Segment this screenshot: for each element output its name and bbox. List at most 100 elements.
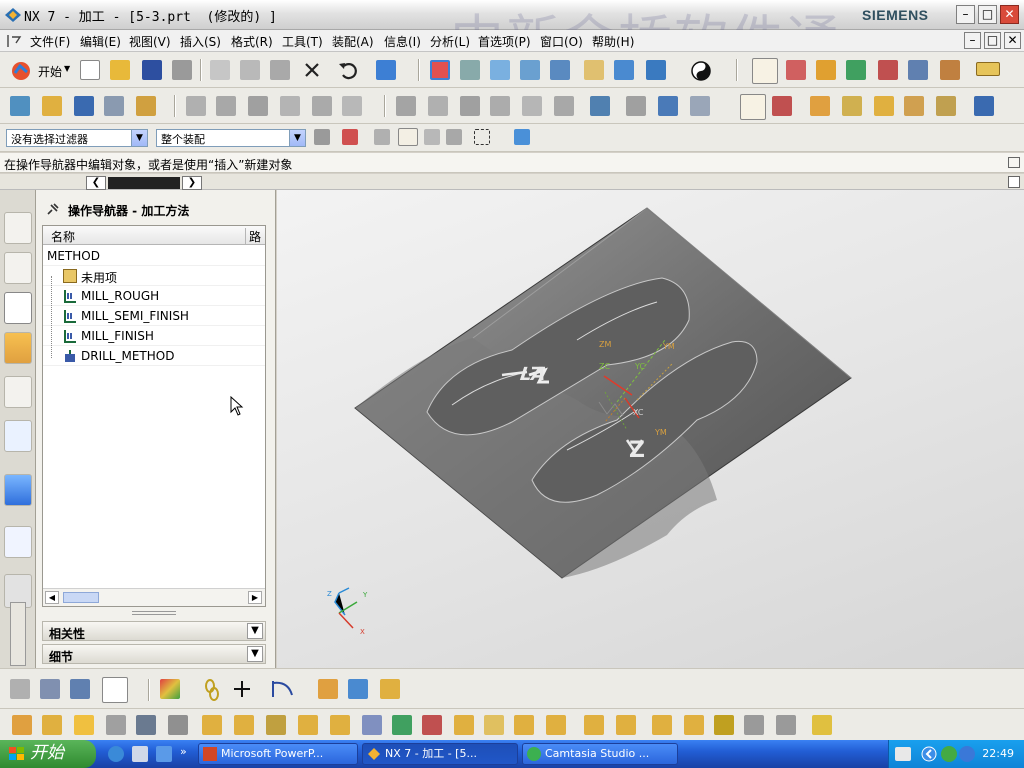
menu-assembly[interactable]: 装配(A) <box>332 33 374 50</box>
select-edge-icon[interactable] <box>424 129 440 145</box>
pull-face-icon[interactable] <box>74 715 94 735</box>
rotate-icon[interactable] <box>550 60 570 80</box>
zoom-window-icon[interactable] <box>490 60 510 80</box>
reuse-library-tab[interactable] <box>4 420 32 452</box>
measure-icon[interactable] <box>976 62 1000 76</box>
simulate-icon[interactable] <box>626 96 646 116</box>
media-icon[interactable] <box>156 746 172 762</box>
tree-row-drill-method[interactable]: DRILL_METHOD <box>43 346 265 366</box>
close-button[interactable]: ✕ <box>1000 5 1019 24</box>
chevron-down-icon[interactable]: ▼ <box>247 646 263 662</box>
column-path-header[interactable]: 路 <box>245 228 261 245</box>
print-icon[interactable] <box>172 60 192 80</box>
fit-view-icon[interactable] <box>430 60 450 80</box>
menu-info[interactable]: 信息(I) <box>384 33 421 50</box>
filter-options-icon[interactable] <box>314 129 330 145</box>
create-program-icon[interactable] <box>10 96 30 116</box>
desktop-icon[interactable] <box>132 746 148 762</box>
select-component-icon[interactable] <box>514 129 530 145</box>
save-icon[interactable] <box>142 60 162 80</box>
verify-path-icon[interactable] <box>280 96 300 116</box>
copy-icon[interactable] <box>240 60 260 80</box>
label-chamfer-icon[interactable] <box>298 715 318 735</box>
resource-scrollbar-thumb[interactable] <box>108 177 180 189</box>
tree-row-mill-rough[interactable]: MILL_ROUGH <box>43 286 265 306</box>
tree-row-mill-semi-finish[interactable]: MILL_SEMI_FINISH <box>43 306 265 326</box>
feature-navigator-tab[interactable] <box>4 376 32 408</box>
make-coaxial-icon[interactable] <box>362 715 382 735</box>
create-geometry-icon[interactable] <box>74 96 94 116</box>
reorder-blends-icon[interactable] <box>234 715 254 735</box>
menu-insert[interactable]: 插入(S) <box>180 33 221 50</box>
wcs-icon[interactable] <box>752 58 778 84</box>
make-coplanar-icon[interactable] <box>330 715 350 735</box>
snap-icon[interactable] <box>816 60 836 80</box>
detail-feature-icon[interactable] <box>776 715 796 735</box>
post-process-icon[interactable] <box>460 96 480 116</box>
info-tab[interactable] <box>4 474 32 506</box>
render-style-icon[interactable] <box>646 60 666 80</box>
paste-icon[interactable] <box>270 60 290 80</box>
open-folder-icon[interactable] <box>110 60 130 80</box>
selection-intent-icon[interactable] <box>940 60 960 80</box>
restore-icon[interactable] <box>1008 157 1020 168</box>
resize-blend-icon[interactable] <box>202 715 222 735</box>
edit-object-icon[interactable] <box>658 96 678 116</box>
minimize-button[interactable]: – <box>956 5 975 24</box>
csys-icon[interactable] <box>786 60 806 80</box>
output-icon[interactable] <box>554 96 574 116</box>
linear-dimension-icon[interactable] <box>514 715 534 735</box>
select-face-icon[interactable] <box>398 128 418 146</box>
tray-collapse-icon[interactable] <box>921 746 937 762</box>
replace-face-icon[interactable] <box>136 715 156 735</box>
resize-chamfer-icon[interactable] <box>266 715 286 735</box>
constraint-navigator-tab[interactable] <box>4 252 32 284</box>
feedrate-icon[interactable] <box>428 96 448 116</box>
cross-section-icon[interactable] <box>616 715 636 735</box>
delete-face-icon[interactable] <box>168 715 188 735</box>
scroll-right-icon[interactable]: ▶ <box>248 591 262 604</box>
make-parallel-icon[interactable] <box>454 715 474 735</box>
shop-docs-icon[interactable] <box>490 96 510 116</box>
transform-path-icon[interactable] <box>396 96 416 116</box>
task-powerpoint[interactable]: Microsoft PowerP... <box>198 743 358 765</box>
machine-tool-view-icon[interactable] <box>772 96 792 116</box>
pan-icon[interactable] <box>520 60 540 80</box>
menu-help[interactable]: 帮助(H) <box>592 33 634 50</box>
assembly-scope-dropdown[interactable]: 整个装配 ▼ <box>156 129 306 147</box>
doc-minimize-button[interactable]: – <box>964 32 981 49</box>
menu-edit[interactable]: 编辑(E) <box>80 33 121 50</box>
chain-icon[interactable] <box>202 679 222 701</box>
web-browser-tab[interactable] <box>4 526 32 558</box>
resource-bar-options-icon[interactable] <box>1008 176 1020 188</box>
chevron-down-icon[interactable]: ▼ <box>131 130 147 146</box>
point-icon[interactable] <box>10 679 30 699</box>
create-tool-icon[interactable] <box>42 96 62 116</box>
resource-scroll[interactable] <box>10 602 26 666</box>
make-symmetric-icon[interactable] <box>422 715 442 735</box>
list-path-icon[interactable] <box>248 96 268 116</box>
scroll-left-icon[interactable]: ◀ <box>45 591 59 604</box>
delete-icon[interactable] <box>302 60 322 80</box>
column-name-header[interactable]: 名称 <box>51 228 75 245</box>
ie-icon[interactable] <box>108 746 124 762</box>
info-icon[interactable] <box>376 60 396 80</box>
undo-icon[interactable] <box>338 60 360 80</box>
menu-window[interactable]: 窗口(O) <box>540 33 583 50</box>
delete-path-icon[interactable] <box>312 96 332 116</box>
orient-view-icon[interactable] <box>584 60 604 80</box>
tree-row-unused[interactable]: 未用项 <box>43 266 265 286</box>
face-icon[interactable] <box>160 679 180 699</box>
menu-preferences[interactable]: 首选项(P) <box>478 33 531 50</box>
quick-pick-icon[interactable] <box>374 129 390 145</box>
lock-path-icon[interactable] <box>342 96 362 116</box>
chevron-down-icon[interactable]: ▼ <box>247 623 263 639</box>
plus-icon[interactable] <box>232 679 252 699</box>
scroll-thumb[interactable] <box>63 592 99 603</box>
scroll-right-icon[interactable]: ❯ <box>182 176 202 190</box>
task-camtasia[interactable]: Camtasia Studio ... <box>522 743 678 765</box>
select-icon[interactable] <box>878 60 898 80</box>
non-cut-moves-icon[interactable] <box>936 96 956 116</box>
chevron-down-icon[interactable]: ▼ <box>289 130 305 146</box>
create-method-icon[interactable] <box>104 96 124 116</box>
